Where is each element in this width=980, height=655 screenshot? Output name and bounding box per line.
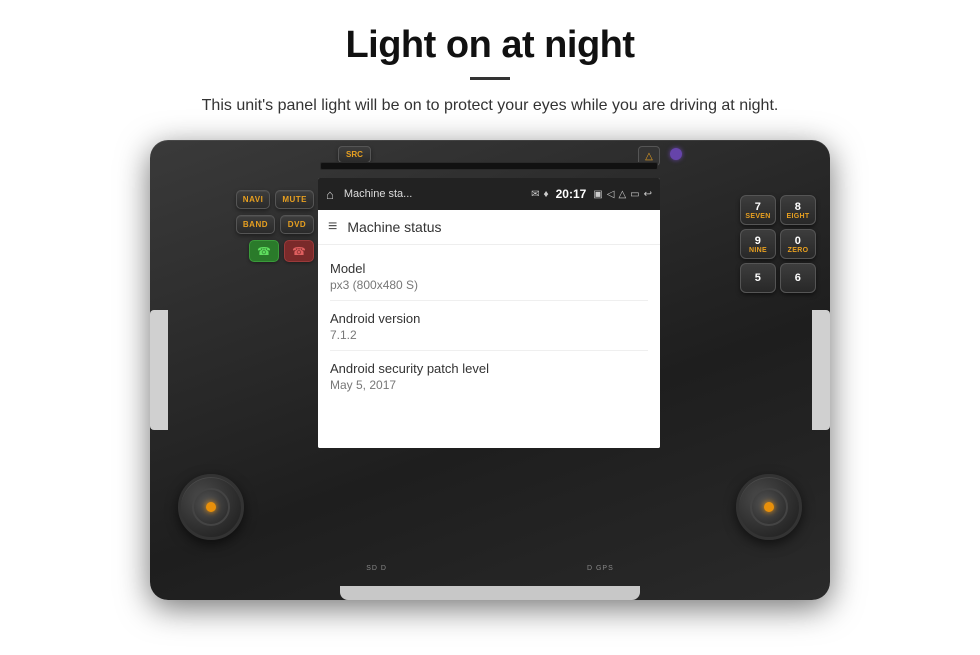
menu-icon[interactable]: ≡ (328, 218, 337, 236)
button-eight[interactable]: 8 EIGHT (780, 195, 816, 225)
app-content: ≡ Machine status Model px3 (800x480 S) A… (318, 210, 660, 448)
info-value-model: px3 (800x480 S) (330, 278, 648, 292)
message-icon: ✉ (531, 189, 539, 200)
button-seven-num: 7 (755, 201, 761, 213)
screen-icon: ▭ (630, 189, 639, 200)
button-seven[interactable]: 7 SEVEN (740, 195, 776, 225)
button-eight-num: 8 (795, 201, 801, 213)
button-seven-label: SEVEN (745, 213, 770, 220)
btn-row-2: BAND DVD (236, 215, 314, 234)
num-row-2: 9 NINE 0 ZERO (686, 229, 816, 259)
status-icons: ✉ ♦ 20:17 ▣ ◁ △ ▭ ↩ (531, 187, 652, 201)
mute-button[interactable]: MUTE (275, 190, 314, 209)
phone-answer-button[interactable]: ☎ (249, 240, 279, 262)
sd-slot-label: SD D (366, 565, 387, 572)
volume-icon: ◁ (607, 189, 615, 200)
button-zero-label: ZERO (788, 247, 809, 254)
band-button[interactable]: BAND (236, 215, 275, 234)
back-icon[interactable]: ↩ (644, 189, 652, 200)
info-list: Model px3 (800x480 S) Android version 7.… (318, 245, 660, 406)
radio-shell: SRC △ ⌂ Machine sta... ✉ ♦ 20:17 ▣ ◁ △ ▭ (150, 140, 830, 600)
info-label-android-version: Android version (330, 311, 648, 326)
button-nine-label: NINE (749, 247, 767, 254)
status-app-name: Machine sta... (344, 188, 525, 200)
left-knob-inner (192, 488, 230, 526)
info-value-security-patch: May 5, 2017 (330, 378, 648, 392)
android-screen: ⌂ Machine sta... ✉ ♦ 20:17 ▣ ◁ △ ▭ ↩ ≡ M… (318, 178, 660, 448)
side-panel-right (812, 310, 830, 430)
bottom-panel (340, 586, 640, 600)
camera-icon: ▣ (593, 189, 602, 200)
title-divider (470, 77, 510, 80)
btn-row-phone: ☎ ☎ (249, 240, 314, 262)
info-item-security-patch: Android security patch level May 5, 2017 (330, 351, 648, 400)
right-knob-inner (750, 488, 788, 526)
right-knob[interactable] (736, 474, 802, 540)
button-five[interactable]: 5 (740, 263, 776, 293)
phone-hangup-button[interactable]: ☎ (284, 240, 314, 262)
button-zero-num: 0 (795, 235, 801, 247)
left-button-panel: NAVI MUTE BAND DVD ☎ ☎ (166, 190, 314, 440)
gps-slot-label: D GPS (587, 565, 614, 572)
info-value-android-version: 7.1.2 (330, 328, 648, 342)
button-six-num: 6 (795, 272, 801, 284)
info-label-model: Model (330, 261, 648, 276)
navi-button[interactable]: NAVI (236, 190, 271, 209)
purple-indicator (670, 148, 682, 160)
src-button[interactable]: SRC (338, 146, 371, 163)
right-numeric-panel: 7 SEVEN 8 EIGHT 9 NINE 0 ZERO (686, 195, 816, 293)
location-icon: ♦ (543, 189, 548, 200)
left-knob[interactable] (178, 474, 244, 540)
button-nine-num: 9 (755, 235, 761, 247)
button-nine[interactable]: 9 NINE (740, 229, 776, 259)
button-five-num: 5 (755, 272, 761, 284)
info-item-model: Model px3 (800x480 S) (330, 251, 648, 301)
page-header: Light on at night This unit's panel ligh… (0, 0, 980, 134)
car-radio-device: SRC △ ⌂ Machine sta... ✉ ♦ 20:17 ▣ ◁ △ ▭ (150, 140, 830, 600)
app-toolbar: ≡ Machine status (318, 210, 660, 245)
right-knob-indicator (764, 502, 774, 512)
btn-row-1: NAVI MUTE (236, 190, 314, 209)
status-bar: ⌂ Machine sta... ✉ ♦ 20:17 ▣ ◁ △ ▭ ↩ (318, 178, 660, 210)
num-row-3: 5 6 (686, 263, 816, 293)
page-title: Light on at night (60, 24, 920, 67)
bottom-slots: SD D D GPS (366, 565, 614, 572)
button-six[interactable]: 6 (780, 263, 816, 293)
page-subtitle: This unit's panel light will be on to pr… (60, 94, 920, 118)
upload-icon: △ (618, 189, 626, 200)
dvd-button[interactable]: DVD (280, 215, 314, 234)
button-eight-label: EIGHT (787, 213, 810, 220)
left-knob-indicator (206, 502, 216, 512)
toolbar-title: Machine status (347, 219, 441, 235)
info-item-android-version: Android version 7.1.2 (330, 301, 648, 351)
status-time: 20:17 (556, 187, 587, 201)
home-icon[interactable]: ⌂ (326, 187, 334, 202)
button-zero[interactable]: 0 ZERO (780, 229, 816, 259)
num-row-1: 7 SEVEN 8 EIGHT (686, 195, 816, 225)
cd-slot (320, 162, 658, 170)
info-label-security-patch: Android security patch level (330, 361, 648, 376)
